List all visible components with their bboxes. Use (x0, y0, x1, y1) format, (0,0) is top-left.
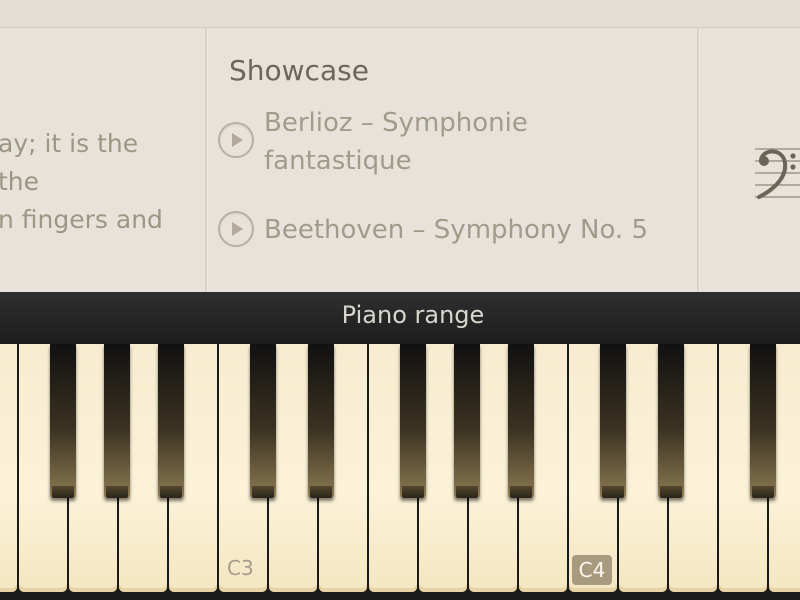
key-label-c4: C4 (572, 555, 612, 585)
black-key[interactable] (600, 344, 626, 498)
showcase-item-berlioz[interactable]: Berlioz – Symphonie fantastique (264, 104, 584, 180)
play-icon (232, 133, 243, 147)
white-key[interactable] (0, 344, 17, 592)
play-berlioz-button[interactable] (218, 122, 254, 158)
piano-range-title: Piano range (341, 301, 485, 329)
play-icon (232, 222, 243, 236)
black-key[interactable] (750, 344, 776, 498)
bass-clef-icon (755, 148, 800, 199)
black-key[interactable] (454, 344, 480, 498)
description-line-3: n fingers and (0, 205, 163, 234)
black-key[interactable] (158, 344, 184, 498)
panel-divider (697, 28, 699, 292)
black-key[interactable] (658, 344, 684, 498)
key-label-c3: C3 (227, 556, 254, 580)
description-line-1: ay; it is the (0, 129, 139, 158)
showcase-title: Showcase (229, 54, 369, 87)
black-key[interactable] (104, 344, 130, 498)
black-key[interactable] (308, 344, 334, 498)
black-key[interactable] (50, 344, 76, 498)
top-strip (0, 0, 800, 28)
play-beethoven-button[interactable] (218, 211, 254, 247)
black-key[interactable] (250, 344, 276, 498)
black-key[interactable] (400, 344, 426, 498)
black-key[interactable] (508, 344, 534, 498)
description-line-2: the (0, 167, 40, 196)
piano-keyboard: C3 C4 (0, 344, 800, 600)
showcase-item-beethoven[interactable]: Beethoven – Symphony No. 5 (264, 211, 648, 249)
panel-divider (205, 28, 207, 292)
description-panel: ay; it is the the n fingers and (0, 28, 205, 292)
